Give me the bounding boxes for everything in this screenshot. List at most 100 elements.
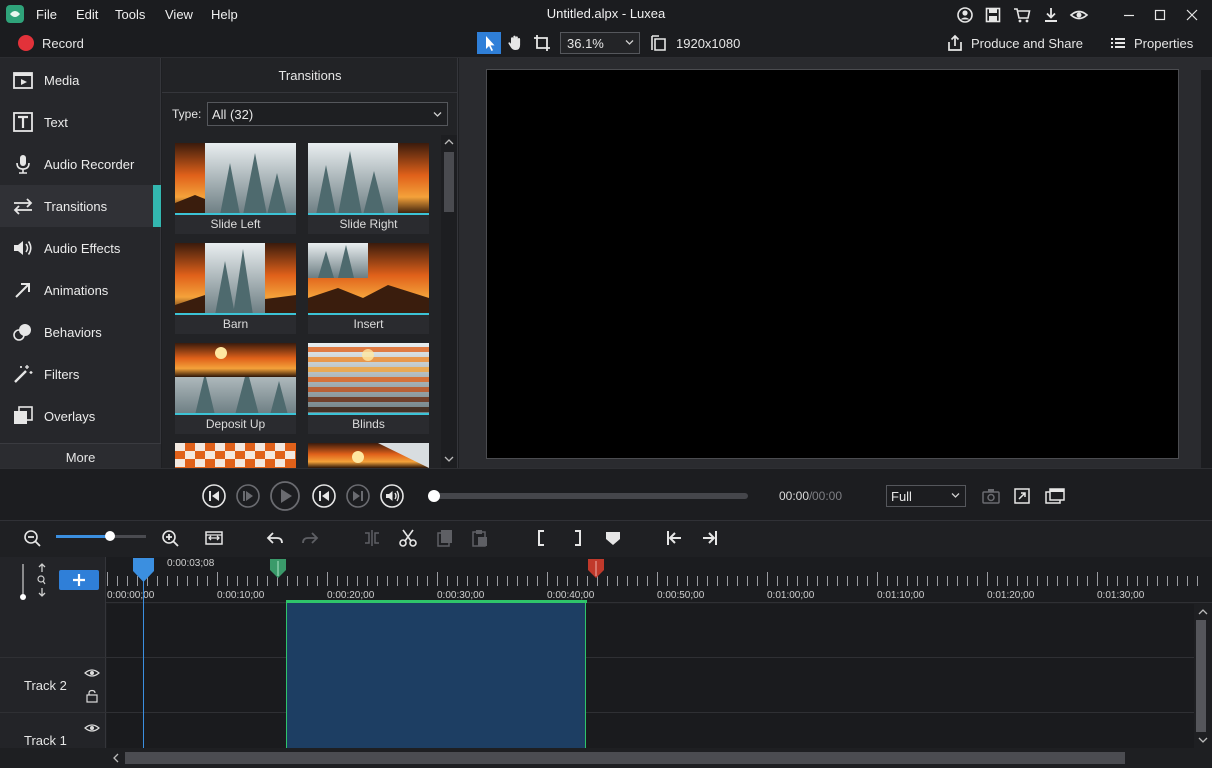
- preview-scrollbar[interactable]: [1201, 70, 1212, 468]
- transition-deposit-up[interactable]: Deposit Up: [175, 343, 296, 434]
- lock-icon[interactable]: [85, 689, 99, 703]
- selection-top-bar: [286, 600, 587, 603]
- next-clip-icon[interactable]: [700, 528, 720, 548]
- playback-scrubber[interactable]: [428, 490, 440, 502]
- cart-icon[interactable]: [1012, 5, 1032, 25]
- track-1-label: Track 1: [24, 733, 67, 748]
- menu-help[interactable]: Help: [211, 7, 238, 22]
- sidebar-item-label: Behaviors: [44, 325, 102, 340]
- sidebar-item-behaviors[interactable]: Behaviors: [0, 311, 161, 353]
- canvas-resolution: 1920x1080: [676, 36, 741, 51]
- ruler-tick-label: 0:01:10;00: [877, 590, 925, 601]
- undo-icon[interactable]: [265, 528, 285, 548]
- mark-out-icon[interactable]: [567, 528, 587, 548]
- playhead-time: 0:00:03;08: [167, 558, 215, 569]
- maximize-icon[interactable]: [1150, 5, 1170, 25]
- transition-label: Slide Right: [339, 217, 398, 231]
- eye-icon[interactable]: [84, 666, 100, 680]
- view-mode-dropdown[interactable]: Full: [886, 485, 966, 507]
- sidebar-item-media[interactable]: Media: [0, 59, 161, 101]
- add-track-button[interactable]: [59, 570, 99, 590]
- sidebar-item-audio-effects[interactable]: Audio Effects: [0, 227, 161, 269]
- save-icon[interactable]: [983, 5, 1003, 25]
- share-icon[interactable]: [945, 33, 965, 53]
- zoom-slider-handle[interactable]: [105, 531, 115, 541]
- go-to-start-icon[interactable]: [311, 483, 337, 509]
- transitions-icon: [12, 196, 34, 216]
- add-marker-icon[interactable]: [603, 528, 623, 548]
- playhead-handle[interactable]: [131, 557, 156, 583]
- in-out-selection[interactable]: [286, 600, 586, 748]
- eye-icon[interactable]: [84, 721, 100, 735]
- tracks-area[interactable]: [107, 604, 1194, 748]
- download-icon[interactable]: [1041, 5, 1061, 25]
- ruler-tick-label: 0:01:20;00: [987, 590, 1035, 601]
- playback-progress-bar[interactable]: [433, 493, 748, 499]
- mark-in-icon[interactable]: [532, 528, 552, 548]
- sidebar-item-overlays[interactable]: Overlays: [0, 395, 161, 437]
- pan-hand-icon[interactable]: [505, 33, 525, 53]
- sidebar-item-text[interactable]: Text: [0, 101, 161, 143]
- timeline-corner: [0, 748, 107, 768]
- account-icon[interactable]: [955, 5, 975, 25]
- in-point-marker[interactable]: [268, 558, 288, 580]
- menu-edit[interactable]: Edit: [76, 7, 98, 22]
- minimize-icon[interactable]: [1119, 5, 1139, 25]
- zoom-dropdown[interactable]: 36.1%: [560, 32, 640, 54]
- feedback-eye-icon[interactable]: [1069, 5, 1089, 25]
- scroll-up-icon: [444, 139, 454, 145]
- scrollbar-thumb[interactable]: [1196, 620, 1206, 732]
- transition-slide-right[interactable]: Slide Right: [308, 143, 429, 234]
- resize-canvas-icon[interactable]: [649, 33, 669, 53]
- sidebar-item-label: Filters: [44, 367, 80, 382]
- transition-wipe-partial[interactable]: [308, 443, 429, 468]
- sidebar-item-filters[interactable]: Filters: [0, 353, 161, 395]
- media-icon: [12, 70, 34, 90]
- type-filter-dropdown[interactable]: All (32): [207, 102, 448, 126]
- close-icon[interactable]: [1182, 5, 1202, 25]
- cut-scissors-icon[interactable]: [398, 528, 418, 548]
- track-zoom-icon[interactable]: [34, 562, 50, 598]
- menu-file[interactable]: File: [36, 7, 57, 22]
- properties-list-icon[interactable]: [1110, 35, 1126, 51]
- track-height-slider-icon[interactable]: [14, 562, 32, 602]
- chevron-down-icon: [433, 112, 442, 117]
- transition-blinds[interactable]: Blinds: [308, 343, 429, 434]
- scrollbar-thumb[interactable]: [125, 752, 1125, 764]
- sidebar-item-transitions[interactable]: Transitions: [0, 185, 161, 227]
- zoom-in-icon[interactable]: [160, 528, 180, 548]
- sidebar-item-animations[interactable]: Animations: [0, 269, 161, 311]
- scrollbar-thumb[interactable]: [444, 152, 454, 212]
- step-back-icon[interactable]: [201, 483, 227, 509]
- previous-clip-icon[interactable]: [664, 528, 684, 548]
- sidebar-item-audio-recorder[interactable]: Audio Recorder: [0, 143, 161, 185]
- select-tool-button[interactable]: [477, 32, 501, 54]
- transition-preview: [308, 143, 429, 215]
- chevron-down-icon: [625, 40, 634, 45]
- transition-barn[interactable]: Barn: [175, 243, 296, 334]
- zoom-out-icon[interactable]: [22, 528, 42, 548]
- menu-view[interactable]: View: [165, 7, 193, 22]
- video-canvas[interactable]: [486, 69, 1179, 459]
- transition-checker-partial[interactable]: [175, 443, 296, 468]
- menu-tools[interactable]: Tools: [115, 7, 145, 22]
- transition-insert[interactable]: Insert: [308, 243, 429, 334]
- record-button[interactable]: Record: [42, 36, 84, 51]
- transition-slide-left[interactable]: Slide Left: [175, 143, 296, 234]
- current-time: 00:00: [779, 489, 810, 503]
- transition-label: Insert: [353, 317, 384, 331]
- track-divider: [0, 657, 1194, 658]
- properties-button[interactable]: Properties: [1134, 36, 1193, 51]
- record-icon[interactable]: [18, 35, 34, 51]
- transition-label: Barn: [222, 317, 249, 331]
- volume-icon[interactable]: [379, 483, 405, 509]
- fit-timeline-icon[interactable]: [204, 528, 224, 548]
- more-button[interactable]: More: [0, 443, 161, 468]
- fullscreen-icon[interactable]: [1012, 486, 1032, 506]
- crop-icon[interactable]: [532, 33, 552, 53]
- paste-icon: [470, 528, 490, 548]
- detach-preview-icon[interactable]: [1044, 486, 1066, 506]
- playhead-line: [143, 580, 144, 748]
- produce-and-share-button[interactable]: Produce and Share: [971, 36, 1083, 51]
- out-point-marker[interactable]: [586, 558, 606, 580]
